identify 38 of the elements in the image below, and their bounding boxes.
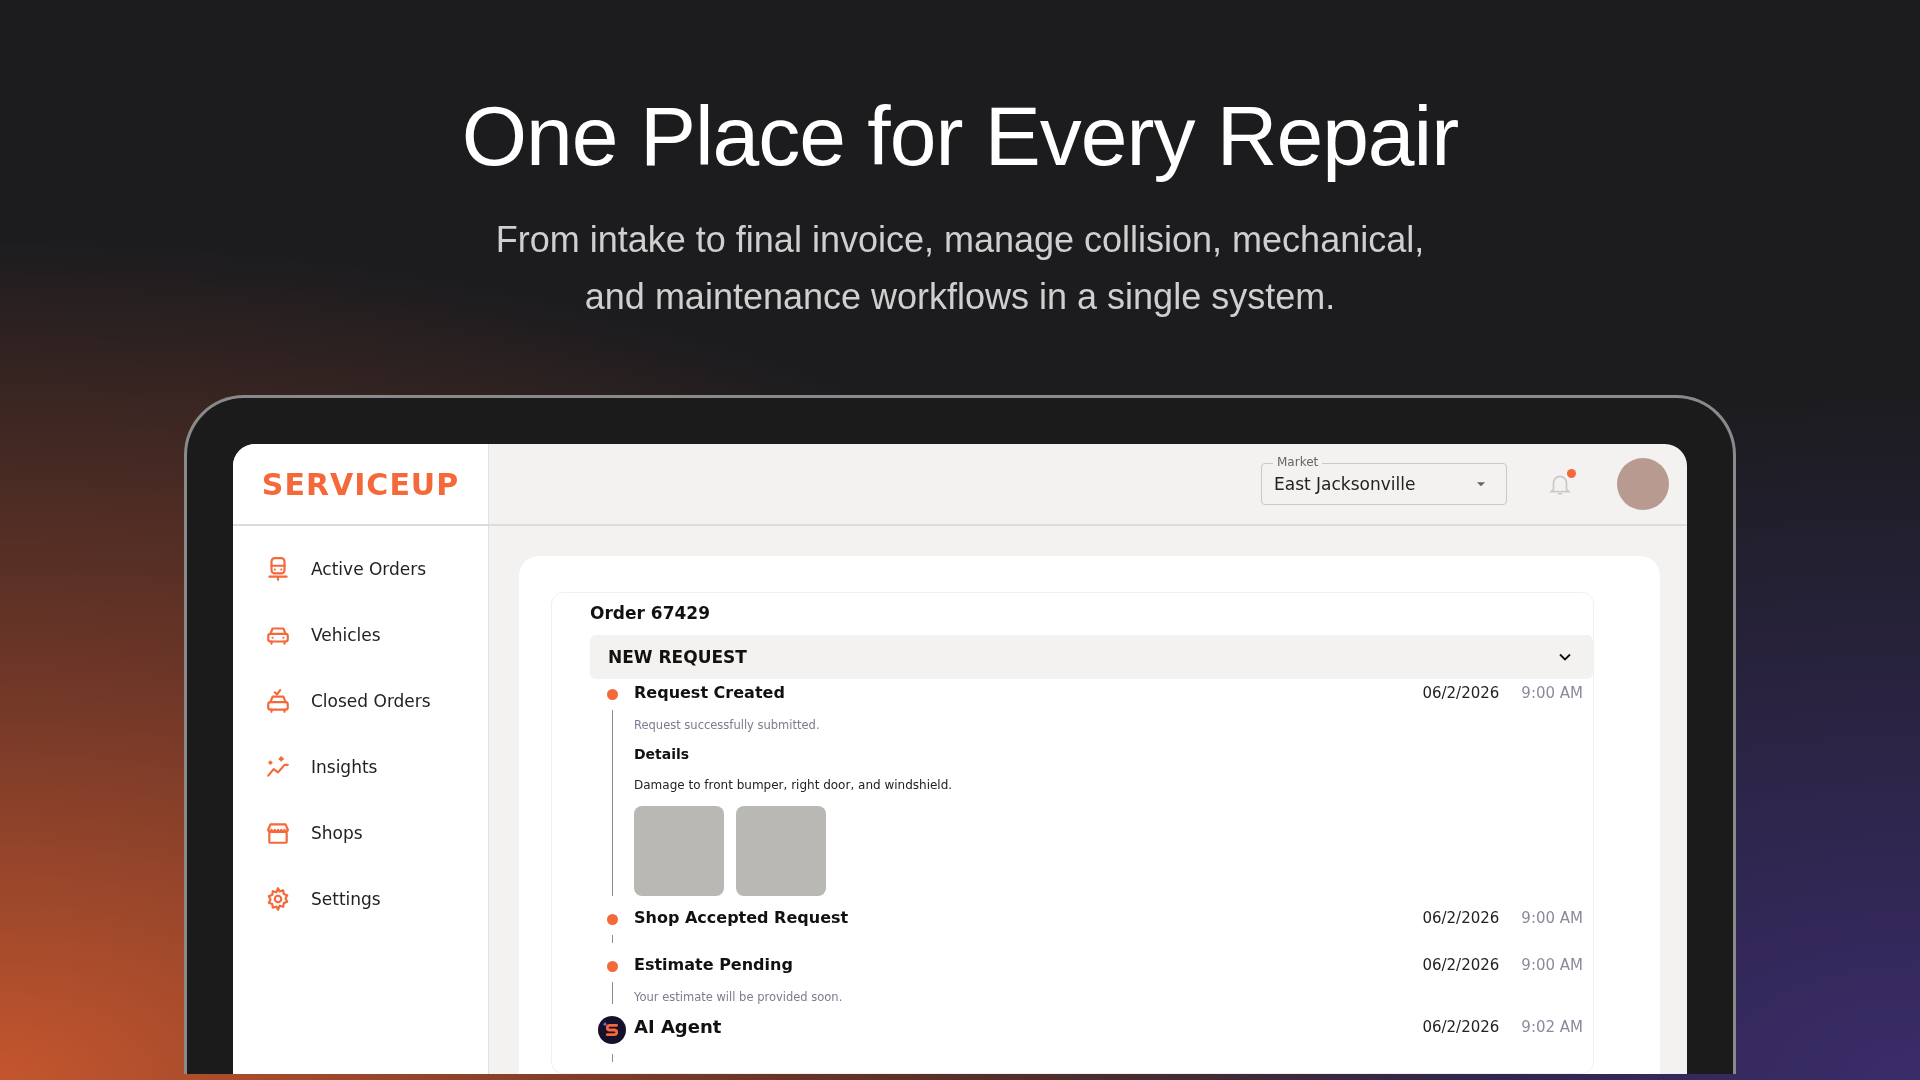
headline: One Place for Every Repair (461, 88, 1459, 185)
event-note: Your estimate will be provided soon. (634, 990, 844, 1004)
agent-logo-icon (598, 1016, 626, 1044)
section-header[interactable]: NEW REQUEST (590, 635, 1593, 679)
nav-item[interactable]: Settings (233, 886, 488, 912)
event-date: 06/2/2026 (1422, 908, 1500, 927)
event-time: 9:00 AM (1521, 908, 1583, 927)
status-dot (606, 961, 618, 972)
event-title: Shop Accepted Request (634, 908, 849, 927)
sparkle-trend-icon (265, 754, 291, 780)
nav-item[interactable]: Insights (233, 754, 488, 780)
nav-item[interactable]: Closed Orders (233, 688, 488, 714)
logo: SERVICEUP (261, 466, 460, 502)
details-text: Damage to front bumper, right door, and windshield. (634, 778, 954, 792)
event-title: AI Agent (634, 1016, 722, 1037)
status-dot (606, 914, 618, 925)
car-with-check-icon (265, 688, 291, 714)
event-time: 9:00 AM (1521, 683, 1583, 702)
nav-item[interactable]: Active Orders (233, 556, 488, 582)
details-label: Details (634, 746, 691, 762)
event-date: 06/2/2026 (1422, 683, 1500, 702)
event-time: 9:00 AM (1521, 955, 1583, 974)
order-title: Order 67429 (590, 603, 711, 623)
subheadline: From intake to final invoice, manage collision, mechanical, and maintenance workflows in a single system. (494, 218, 1426, 319)
event-time: 9:02 AM (1521, 1017, 1583, 1036)
event-title: Estimate Pending (634, 955, 793, 974)
avatar[interactable] (1617, 458, 1669, 510)
status-dot (606, 689, 618, 700)
event-title: Request Created (634, 683, 785, 702)
settings-icon (265, 886, 291, 912)
event-date: 06/2/2026 (1422, 1017, 1500, 1036)
notification-button[interactable] (1547, 471, 1573, 497)
event-date: 06/2/2026 (1422, 955, 1500, 974)
event-note: Request successfully submitted. (634, 718, 821, 732)
storefront-icon (265, 820, 291, 846)
nav-item[interactable]: Shops (233, 820, 488, 846)
nav-item[interactable]: Vehicles (233, 622, 488, 648)
car-on-stand-icon (265, 556, 291, 582)
